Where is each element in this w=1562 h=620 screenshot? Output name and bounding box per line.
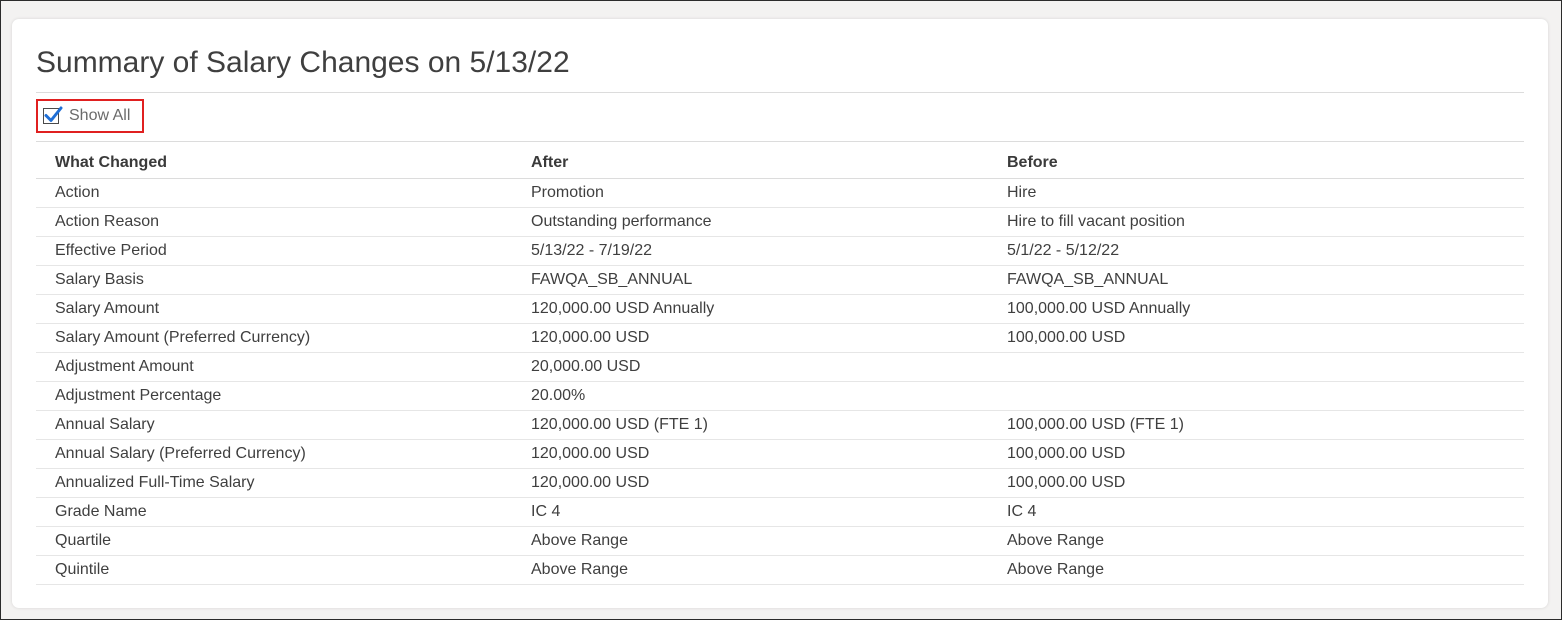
- cell-after: 120,000.00 USD: [531, 329, 650, 346]
- checkmark-icon: [44, 106, 63, 122]
- cell-before: 5/1/22 - 5/12/22: [1007, 242, 1120, 259]
- table-row: Salary Amount (Preferred Currency) 120,00…: [36, 324, 1524, 353]
- cell-what-changed: Adjustment Amount: [55, 358, 194, 375]
- table-row: Action Promotion Hire: [36, 179, 1524, 208]
- cell-what-changed: Annual Salary: [55, 416, 155, 433]
- table-body: Action Promotion Hire Action Reason Outstand…: [36, 179, 1524, 585]
- table-row: Salary Basis FAWQA_SB_ANNUAL FAWQA_SB_ANNU…: [36, 266, 1524, 295]
- cell-after: IC 4: [531, 503, 561, 520]
- table-row: Grade Name IC 4 IC 4: [36, 498, 1524, 527]
- table-row: Annualized Full-Time Salary 120,000.00 US…: [36, 469, 1524, 498]
- cell-what-changed: Quartile: [55, 532, 112, 549]
- table-row: Adjustment Amount 20,000.00 USD: [36, 353, 1524, 382]
- checkbox-box[interactable]: [43, 106, 63, 124]
- cell-what-changed: Adjustment Percentage: [55, 387, 222, 404]
- cell-what-changed: Salary Amount: [55, 300, 160, 317]
- cell-what-changed: Salary Amount (Preferred Currency): [55, 329, 311, 346]
- column-header-after: After: [531, 153, 569, 171]
- cell-before: 100,000.00 USD Annually: [1007, 300, 1191, 317]
- cell-after: 5/13/22 - 7/19/22: [531, 242, 652, 259]
- page-title: Summary of Salary Changes on 5/13/22: [36, 46, 570, 79]
- table-row: Annual Salary (Preferred Currency) 120,00…: [36, 440, 1524, 469]
- cell-what-changed: Annualized Full-Time Salary: [55, 474, 255, 491]
- table-row: Annual Salary 120,000.00 USD (FTE 1) 100,0…: [36, 411, 1524, 440]
- cell-before: IC 4: [1007, 503, 1037, 520]
- cell-before: Above Range: [1007, 532, 1104, 549]
- cell-before: Above Range: [1007, 561, 1104, 578]
- cell-what-changed: Salary Basis: [55, 271, 144, 288]
- cell-before: Hire to fill vacant position: [1007, 213, 1185, 230]
- table-row: Quintile Above Range Above Range: [36, 556, 1524, 585]
- cell-before: Hire: [1007, 184, 1037, 201]
- cell-what-changed: Effective Period: [55, 242, 167, 259]
- cell-before: 100,000.00 USD: [1007, 474, 1126, 491]
- cell-after: Promotion: [531, 184, 604, 201]
- cell-before: 100,000.00 USD: [1007, 445, 1126, 462]
- table-row: Quartile Above Range Above Range: [36, 527, 1524, 556]
- cell-after: 20,000.00 USD: [531, 358, 641, 375]
- show-all-label: Show All: [69, 107, 131, 124]
- cell-after: Above Range: [531, 532, 628, 549]
- cell-what-changed: Grade Name: [55, 503, 147, 520]
- cell-before: 100,000.00 USD: [1007, 329, 1126, 346]
- cell-after: 20.00%: [531, 387, 586, 404]
- cell-what-changed: Quintile: [55, 561, 110, 578]
- show-all-checkbox[interactable]: Show All: [36, 99, 144, 133]
- table-row: Effective Period 5/13/22 - 7/19/22 5/1/22 …: [36, 237, 1524, 266]
- table-header-row: What Changed After Before: [36, 147, 1524, 179]
- cell-after: 120,000.00 USD: [531, 445, 650, 462]
- table-row: Action Reason Outstanding performance Hire…: [36, 208, 1524, 237]
- cell-after: Above Range: [531, 561, 628, 578]
- cell-what-changed: Action Reason: [55, 213, 160, 230]
- table-row: Salary Amount 120,000.00 USD Annually 100,…: [36, 295, 1524, 324]
- cell-after: 120,000.00 USD Annually: [531, 300, 715, 317]
- title-divider: [36, 92, 1524, 93]
- cell-after: Outstanding performance: [531, 213, 712, 230]
- cell-after: 120,000.00 USD (FTE 1): [531, 416, 708, 433]
- checkbox-divider: [36, 141, 1524, 142]
- changes-table: What Changed After Before Action Promotio…: [36, 147, 1524, 585]
- salary-summary-card: Summary of Salary Changes on 5/13/22 Sho…: [12, 19, 1548, 608]
- table-row: Adjustment Percentage 20.00%: [36, 382, 1524, 411]
- cell-before: FAWQA_SB_ANNUAL: [1007, 271, 1169, 288]
- column-header-what-changed: What Changed: [55, 153, 167, 171]
- cell-what-changed: Annual Salary (Preferred Currency): [55, 445, 306, 462]
- cell-after: FAWQA_SB_ANNUAL: [531, 271, 693, 288]
- cell-what-changed: Action: [55, 184, 100, 201]
- column-header-before: Before: [1007, 153, 1058, 171]
- cell-before: 100,000.00 USD (FTE 1): [1007, 416, 1184, 433]
- cell-after: 120,000.00 USD: [531, 474, 650, 491]
